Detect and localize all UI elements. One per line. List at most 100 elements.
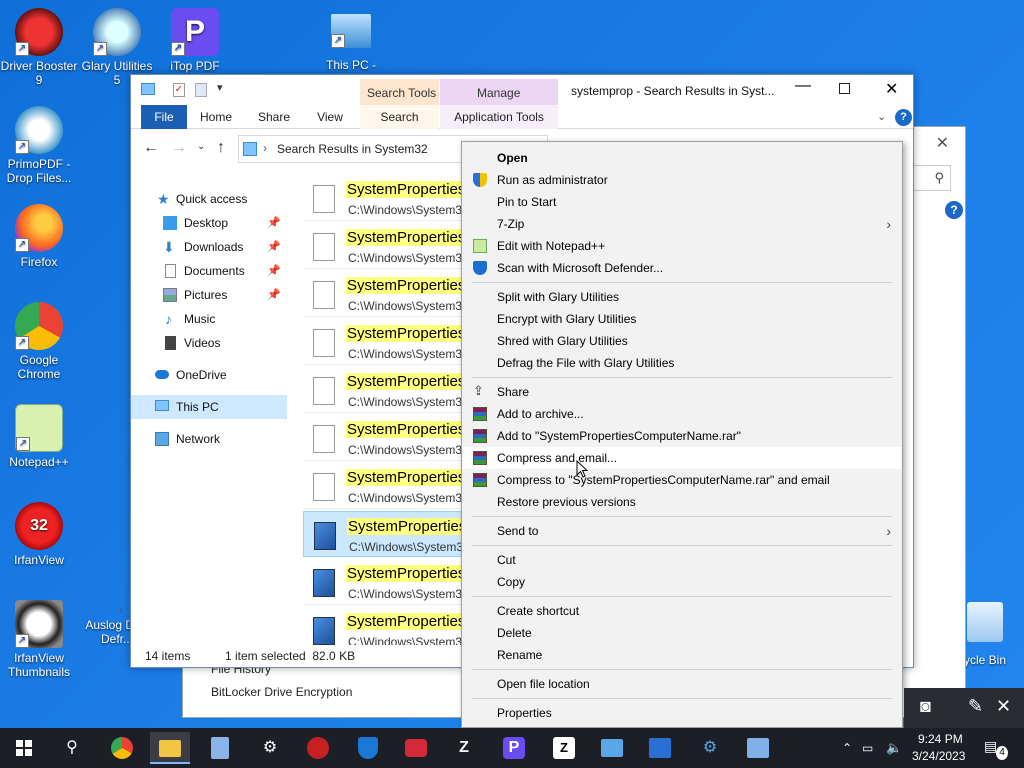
minimize-button[interactable]: — <box>795 77 811 95</box>
menu-item-run-as-administrator[interactable]: Run as administrator <box>463 169 901 191</box>
taskbar-file-explorer[interactable] <box>150 732 190 764</box>
desktop-icon-this-pc[interactable]: ↗ This PC - <box>312 8 390 72</box>
tab-home[interactable]: Home <box>193 105 239 129</box>
close-button[interactable]: ✕ <box>885 79 898 99</box>
nav-pictures[interactable]: Pictures 📌 <box>131 283 287 307</box>
tray-time[interactable]: 9:24 PM <box>918 732 963 746</box>
bitlocker-link[interactable]: BitLocker Drive Encryption <box>211 685 352 699</box>
menu-item-add-to-rar[interactable]: Add to "SystemPropertiesComputerName.rar… <box>463 425 901 447</box>
taskbar-app-3[interactable] <box>348 732 388 764</box>
help-icon[interactable]: ? <box>945 201 963 219</box>
list-item[interactable]: SystemProperties C:\Windows\System3 <box>303 559 463 605</box>
close-icon[interactable]: ✕ <box>936 133 949 153</box>
list-item[interactable]: SystemProperties C:\Windows\System3 <box>303 367 463 413</box>
menu-item-compress-and-email[interactable]: Compress and email... <box>463 447 901 469</box>
list-item[interactable]: SystemProperties C:\Windows\System3 <box>303 175 463 221</box>
list-item-selected[interactable]: SystemProperties C:\Windows\System3 <box>303 511 463 557</box>
edit-icon[interactable]: ✎ <box>968 696 983 717</box>
notification-center-icon[interactable]: ▤ <box>984 738 997 758</box>
taskbar-app-6[interactable]: Z <box>544 732 584 764</box>
tab-share[interactable]: Share <box>249 105 299 129</box>
search-button[interactable]: ⚲ <box>52 732 92 764</box>
list-item[interactable]: SystemProperties C:\Windows\System3 <box>303 463 463 509</box>
tab-file[interactable]: File <box>141 105 187 129</box>
menu-item-7zip[interactable]: 7-Zip › <box>463 213 901 235</box>
menu-item-restore-previous-versions[interactable]: Restore previous versions <box>463 491 901 513</box>
taskbar-app-7[interactable] <box>592 732 632 764</box>
start-button[interactable] <box>4 732 44 764</box>
list-item[interactable]: SystemProperties C:\Windows\System3 <box>303 607 463 645</box>
forward-button[interactable]: → <box>171 139 187 157</box>
up-button[interactable]: ↑ <box>217 139 225 157</box>
new-folder-icon[interactable] <box>195 83 207 97</box>
menu-item-delete[interactable]: Delete <box>463 622 901 644</box>
taskbar-app-2[interactable]: ⚙ <box>250 732 290 764</box>
menu-item-scan-with-defender[interactable]: Scan with Microsoft Defender... <box>463 257 901 279</box>
menu-item-compress-to-rar-and-email[interactable]: Compress to "SystemPropertiesComputerNam… <box>463 469 901 491</box>
menu-item-open[interactable]: Open <box>463 147 901 169</box>
volume-icon[interactable]: 🔈 <box>886 728 902 768</box>
ribbon-expand-icon[interactable]: ⌄ <box>877 110 886 123</box>
taskbar-app-5[interactable]: Z <box>444 732 484 764</box>
menu-item-send-to[interactable]: Send to › <box>463 520 901 542</box>
nav-this-pc[interactable]: This PC <box>131 395 287 419</box>
taskbar-app-8[interactable] <box>640 732 680 764</box>
desktop-icon-irfanview-thumbnails[interactable]: ↗ IrfanView Thumbnails <box>0 600 78 679</box>
menu-item-add-to-archive[interactable]: Add to archive... <box>463 403 901 425</box>
menu-item-copy[interactable]: Copy <box>463 571 901 593</box>
taskbar-chrome[interactable] <box>102 732 142 764</box>
scroll-left-icon[interactable]: ‹ <box>119 603 123 617</box>
desktop-icon-itop-pdf[interactable]: P ↗ iTop PDF <box>156 8 234 73</box>
taskbar-driver-booster[interactable] <box>298 732 338 764</box>
nav-desktop[interactable]: Desktop 📌 <box>131 211 287 235</box>
desktop-icon-notepad-plus-plus[interactable]: ↗ Notepad++ <box>0 404 78 469</box>
show-hidden-icons[interactable]: ⌃ <box>842 728 852 768</box>
taskbar-app-1[interactable] <box>200 732 240 764</box>
taskbar-app-10[interactable] <box>738 732 778 764</box>
customize-quick-access-icon[interactable]: ▾ <box>217 81 223 94</box>
nav-network[interactable]: Network <box>131 427 287 451</box>
list-item[interactable]: SystemProperties C:\Windows\System3 <box>303 319 463 365</box>
menu-item-open-file-location[interactable]: Open file location <box>463 673 901 695</box>
back-button[interactable]: ← <box>143 139 159 157</box>
desktop-icon-irfanview[interactable]: 32 IrfanView <box>0 502 78 567</box>
desktop-icon-firefox[interactable]: ↗ Firefox <box>0 204 78 269</box>
nav-videos[interactable]: Videos <box>131 331 287 355</box>
tab-application-tools[interactable]: Application Tools <box>440 105 558 129</box>
menu-item-properties[interactable]: Properties <box>463 702 901 724</box>
nav-onedrive[interactable]: OneDrive <box>131 363 287 387</box>
nav-quick-access[interactable]: ★ Quick access <box>131 187 287 211</box>
maximize-button[interactable] <box>839 83 850 94</box>
list-item[interactable]: SystemProperties C:\Windows\System3 <box>303 415 463 461</box>
desktop-icon-google-chrome[interactable]: ↗ Google Chrome <box>0 302 78 381</box>
recent-locations-icon[interactable]: ⌄ <box>197 141 205 152</box>
properties-icon[interactable]: ✓ <box>173 83 185 97</box>
menu-item-cut[interactable]: Cut <box>463 549 901 571</box>
taskbar-itop-pdf[interactable]: P <box>494 732 534 764</box>
tab-search[interactable]: Search <box>360 105 439 129</box>
nav-downloads[interactable]: ⬇ Downloads 📌 <box>131 235 287 259</box>
nav-music[interactable]: ♪ Music <box>131 307 287 331</box>
menu-item-rename[interactable]: Rename <box>463 644 901 666</box>
menu-item-pin-to-start[interactable]: Pin to Start <box>463 191 901 213</box>
menu-item-share[interactable]: ⇪ Share <box>463 381 901 403</box>
network-tray-icon[interactable]: ▭ <box>862 728 873 768</box>
desktop-icon-driver-booster[interactable]: ↗ Driver Booster 9 <box>0 8 78 87</box>
menu-item-shred-glary[interactable]: Shred with Glary Utilities <box>463 330 901 352</box>
menu-item-split-glary[interactable]: Split with Glary Utilities <box>463 286 901 308</box>
menu-item-encrypt-glary[interactable]: Encrypt with Glary Utilities <box>463 308 901 330</box>
taskbar-app-9[interactable]: ⚙ <box>690 732 730 764</box>
close-icon[interactable]: ✕ <box>996 696 1011 717</box>
desktop-icon-primopdf[interactable]: ↗ PrimoPDF - Drop Files... <box>0 106 78 185</box>
tab-view[interactable]: View <box>307 105 353 129</box>
menu-item-defrag-glary[interactable]: Defrag the File with Glary Utilities <box>463 352 901 374</box>
menu-item-edit-with-notepad[interactable]: Edit with Notepad++ <box>463 235 901 257</box>
help-icon[interactable]: ? <box>895 109 912 126</box>
camera-icon[interactable]: ◙ <box>920 696 931 717</box>
list-item[interactable]: SystemProperties C:\Windows\System3 <box>303 223 463 269</box>
nav-documents[interactable]: Documents 📌 <box>131 259 287 283</box>
tray-date[interactable]: 3/24/2023 <box>912 749 965 763</box>
taskbar-app-4[interactable] <box>396 732 436 764</box>
list-item[interactable]: SystemProperties C:\Windows\System3 <box>303 271 463 317</box>
menu-item-create-shortcut[interactable]: Create shortcut <box>463 600 901 622</box>
